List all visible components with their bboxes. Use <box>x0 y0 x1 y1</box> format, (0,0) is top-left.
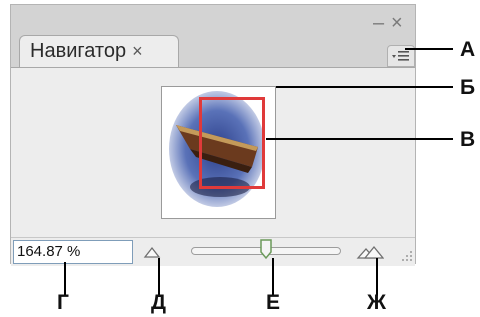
navigator-content <box>11 67 415 238</box>
minimize-button[interactable]: – <box>373 13 384 33</box>
panel-menu-icon <box>392 51 409 61</box>
zoom-slider-thumb[interactable] <box>259 238 273 260</box>
callout-label-a: А <box>460 38 476 61</box>
tab-close-icon[interactable]: × <box>132 41 143 62</box>
view-area-rectangle[interactable] <box>199 97 265 189</box>
callout-label-zh: Ж <box>367 291 386 314</box>
tab-navigator[interactable]: Навигатор × <box>19 35 179 67</box>
callout-line-b <box>276 86 453 88</box>
callout-line-v <box>266 138 453 140</box>
tab-label: Навигатор <box>30 40 127 62</box>
zoom-bar: 164.87 % <box>11 237 415 266</box>
callout-label-d: Д <box>151 291 166 314</box>
zoom-input[interactable]: 164.87 % <box>13 240 133 264</box>
image-thumbnail <box>161 86 276 219</box>
callout-label-e: Е <box>266 291 281 314</box>
resize-grip-icon[interactable] <box>401 250 413 262</box>
close-panel-button[interactable]: × <box>391 13 403 33</box>
callout-line-a <box>405 48 453 50</box>
zoom-in-icon[interactable] <box>356 243 384 261</box>
navigator-panel: – × Навигатор × 164.87 % <box>10 4 416 266</box>
callout-label-v: В <box>460 128 476 151</box>
callout-label-g: Г <box>57 291 69 314</box>
callout-label-b: Б <box>460 76 476 99</box>
